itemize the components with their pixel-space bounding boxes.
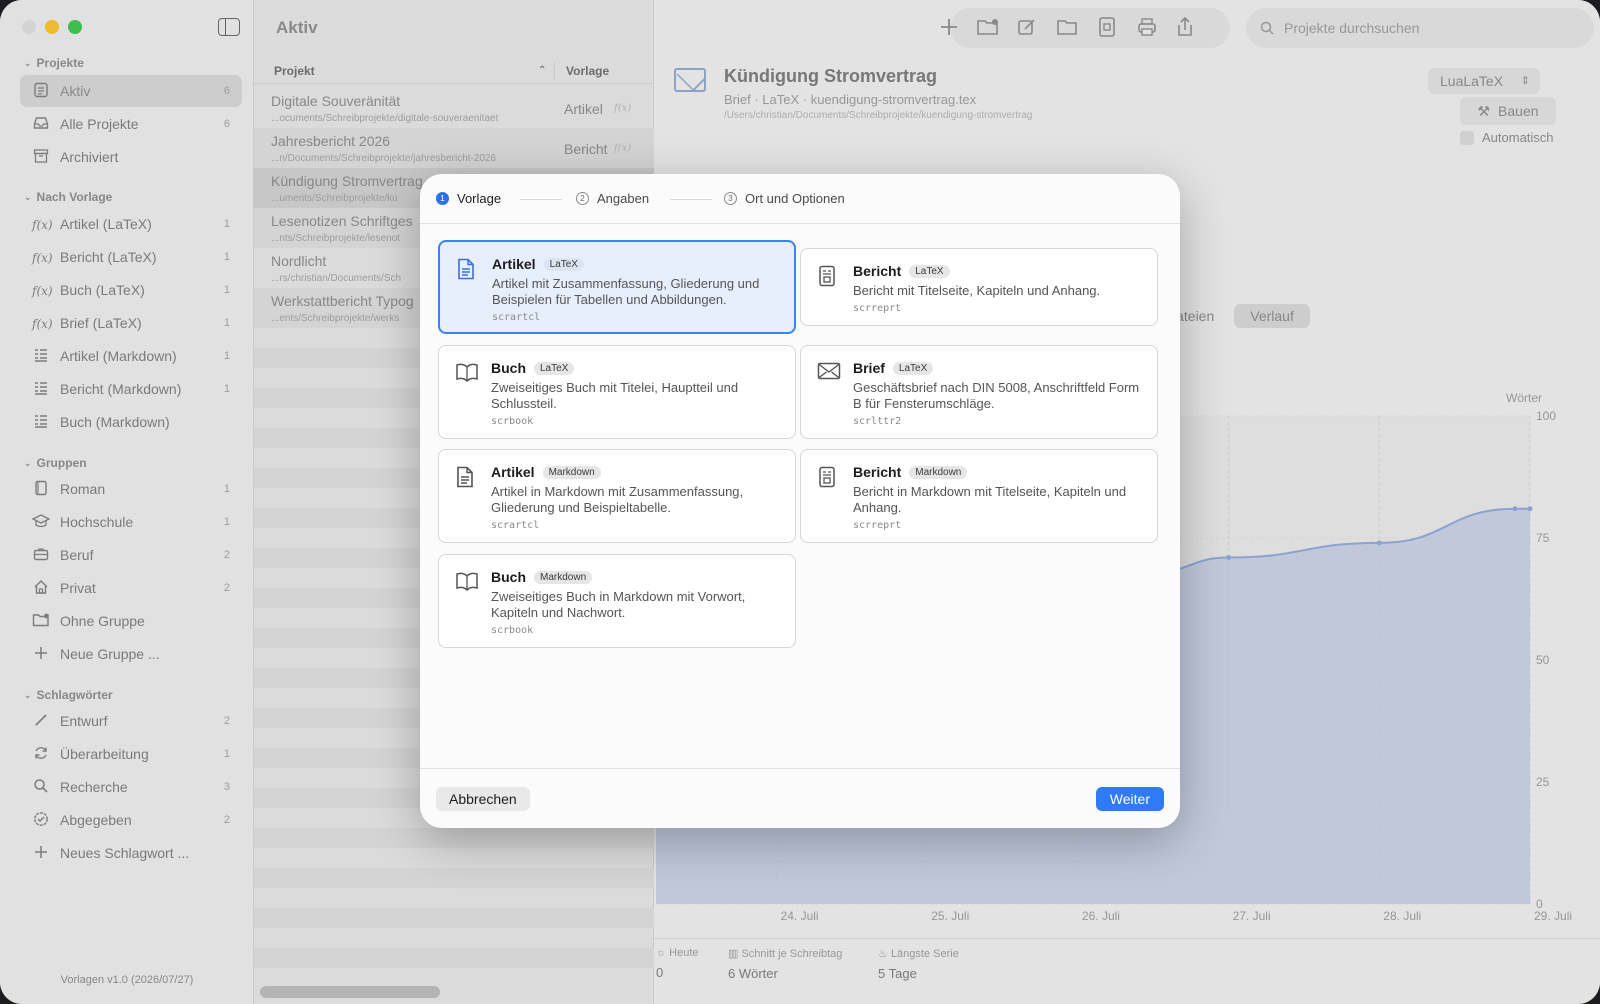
step-details: 2 Angaben: [576, 191, 649, 206]
template-document-class: scrbook: [491, 625, 534, 636]
step-number: 1: [436, 192, 449, 205]
open-book-icon: [455, 571, 478, 593]
template-description: Zweiseitiges Buch mit Titelei, Hauptteil…: [491, 380, 739, 411]
template-format-badge: Markdown: [534, 570, 593, 584]
template-document-class: scrartcl: [491, 520, 540, 531]
template-document-class: scrreprt: [853, 520, 902, 531]
template-card-header: Buch LaTeX: [491, 360, 575, 376]
template-format-badge: LaTeX: [892, 361, 934, 375]
step-template: 1 Vorlage: [436, 191, 501, 206]
step-location: 3 Ort und Optionen: [724, 191, 845, 206]
new-project-dialog: 1 Vorlage 2 Angaben 3 Ort und Optionen A…: [420, 174, 1180, 828]
template-card-header: Artikel LaTeX: [492, 256, 584, 272]
step-label: Vorlage: [457, 191, 502, 206]
template-description: Zweiseitiges Buch in Markdown mit Vorwor…: [491, 589, 746, 620]
step-number: 3: [724, 192, 737, 205]
template-description: Artikel in Markdown mit Zusammenfassung,…: [491, 484, 744, 515]
template-card-header: Artikel Markdown: [491, 464, 601, 480]
template-name: Bericht: [853, 263, 902, 279]
template-card[interactable]: Artikel LaTeX Artikel mit Zusammenfassun…: [438, 240, 796, 334]
template-name: Artikel: [492, 256, 536, 272]
template-description: Geschäftsbrief nach DIN 5008, Anschriftf…: [853, 380, 1140, 411]
template-format-badge: LaTeX: [534, 361, 575, 375]
template-card-header: Buch Markdown: [491, 569, 593, 585]
next-button[interactable]: Weiter: [1095, 787, 1164, 811]
template-name: Artikel: [491, 464, 535, 480]
template-card[interactable]: Artikel Markdown Artikel in Markdown mit…: [438, 449, 796, 543]
template-description: Bericht mit Titelseite, Kapiteln und Anh…: [853, 283, 1101, 298]
step-connector: [670, 199, 712, 200]
template-card[interactable]: Buch LaTeX Zweiseitiges Buch mit Titelei…: [438, 345, 796, 439]
step-label: Angaben: [597, 191, 650, 206]
cancel-button[interactable]: Abbrechen: [436, 787, 530, 811]
template-format-badge: Markdown: [909, 465, 968, 479]
report-icon: [817, 466, 839, 488]
template-card[interactable]: Bericht Markdown Bericht in Markdown mit…: [800, 449, 1158, 543]
template-name: Bericht: [853, 464, 902, 480]
template-name: Buch: [491, 360, 526, 376]
template-format-badge: Markdown: [542, 465, 601, 479]
report-icon: [817, 265, 839, 287]
template-format-badge: LaTeX: [909, 264, 950, 278]
template-card[interactable]: Bericht LaTeX Bericht mit Titelseite, Ka…: [800, 248, 1158, 326]
template-card[interactable]: Brief LaTeX Geschäftsbrief nach DIN 5008…: [800, 345, 1158, 439]
step-label: Ort und Optionen: [745, 191, 845, 206]
document-icon: [455, 466, 477, 488]
step-number: 2: [576, 192, 589, 205]
step-connector: [520, 199, 562, 200]
wizard-steps: 1 Vorlage 2 Angaben 3 Ort und Optionen: [420, 174, 1180, 224]
document-icon: [456, 258, 478, 280]
template-name: Brief: [853, 360, 885, 376]
template-card[interactable]: Buch Markdown Zweiseitiges Buch in Markd…: [438, 554, 796, 648]
template-document-class: scrbook: [491, 416, 534, 427]
open-book-icon: [455, 362, 478, 384]
template-card-header: Brief LaTeX: [853, 360, 934, 376]
template-document-class: scrreprt: [853, 303, 902, 314]
dialog-footer: Abbrechen Weiter: [420, 768, 1180, 828]
template-description: Artikel mit Zusammenfassung, Gliederung …: [492, 276, 760, 307]
template-card-header: Bericht LaTeX: [853, 263, 950, 279]
template-format-badge: LaTeX: [543, 257, 584, 271]
template-document-class: scrlttr2: [853, 416, 902, 427]
template-description: Bericht in Markdown mit Titelseite, Kapi…: [853, 484, 1127, 515]
envelope-icon: [817, 362, 841, 384]
template-document-class: scrartcl: [492, 312, 541, 323]
template-name: Buch: [491, 569, 526, 585]
template-card-header: Bericht Markdown: [853, 464, 968, 480]
app-window: ⌄ Projekte Aktiv 6 Alle Projekte 6 Archiviert ⌄…: [0, 0, 1600, 1004]
